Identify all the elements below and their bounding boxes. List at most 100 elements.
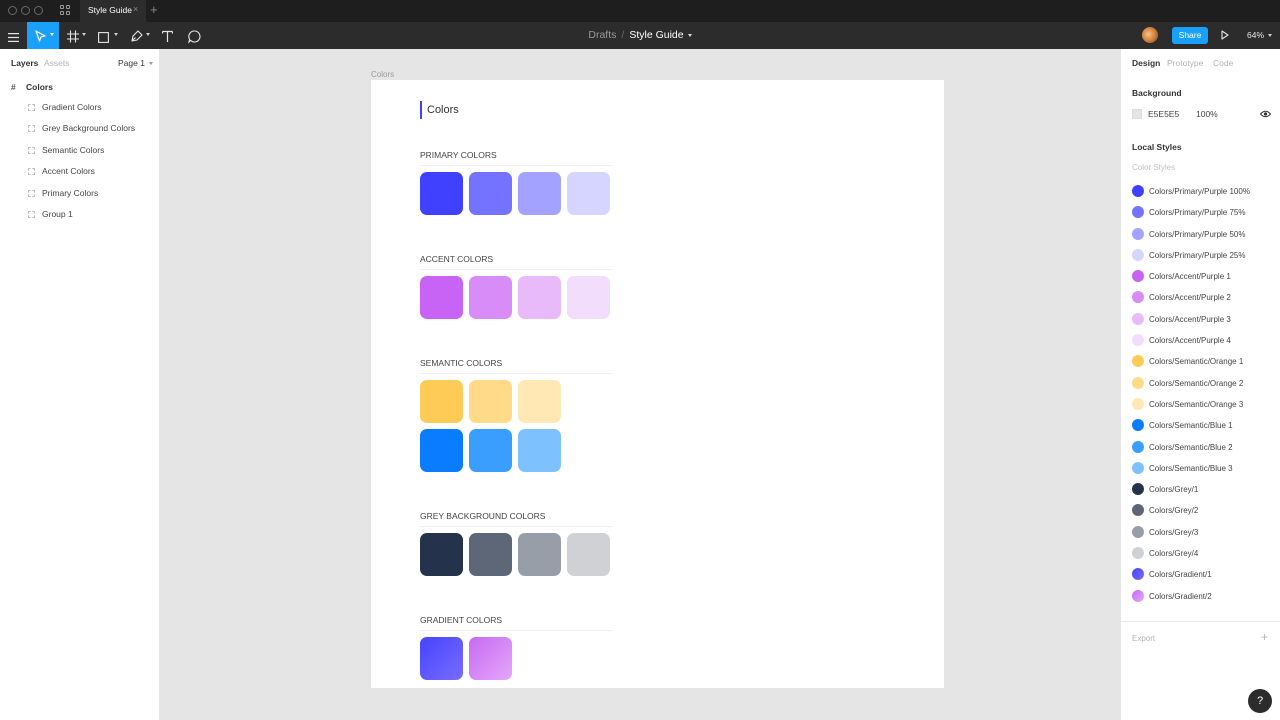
window-close-dot[interactable] (8, 6, 17, 15)
eye-icon[interactable] (1260, 110, 1271, 118)
artboard-colors[interactable]: Colors PRIMARY COLORS ACCENT COLORS SEMANT… (371, 80, 944, 688)
color-style-item[interactable]: Colors/Grey/4 (1132, 547, 1250, 568)
add-export-icon[interactable]: + (1261, 630, 1268, 644)
user-avatar[interactable] (1142, 27, 1158, 43)
layer-item-label: Grey Background Colors (42, 123, 136, 134)
layer-item-label: Accent Colors (42, 166, 95, 177)
text-tool-icon[interactable] (162, 29, 173, 44)
section-divider (420, 269, 612, 270)
layer-item[interactable]: Grey Background Colors (28, 123, 135, 144)
section-title: PRIMARY COLORS (420, 150, 497, 160)
layer-item-label: Semantic Colors (42, 144, 105, 155)
color-swatch[interactable] (469, 533, 512, 576)
color-style-dot (1132, 248, 1144, 261)
layer-item[interactable]: Group 1 (28, 209, 135, 230)
color-swatch[interactable] (518, 172, 561, 215)
frame-label[interactable]: Colors (371, 70, 394, 79)
chevron-down-icon[interactable] (687, 33, 692, 37)
frame-tool-chevron-icon[interactable] (82, 33, 86, 36)
color-swatch[interactable] (420, 533, 463, 576)
color-style-dot (1132, 568, 1144, 581)
layers-panel: Layers Assets Page 1 # Colors Gradient Co… (0, 49, 160, 720)
color-swatch[interactable] (469, 637, 512, 680)
layer-frame-colors[interactable]: # Colors (11, 82, 53, 92)
color-swatch[interactable] (420, 172, 463, 215)
color-style-item[interactable]: Colors/Primary/Purple 50% (1132, 227, 1250, 249)
color-style-item[interactable]: Colors/Grey/3 (1132, 525, 1250, 547)
color-style-item[interactable]: Colors/Accent/Purple 4 (1132, 334, 1250, 355)
color-swatch[interactable] (469, 276, 512, 319)
color-style-item[interactable]: Colors/Gradient/2 (1132, 589, 1250, 611)
zoom-level-menu[interactable]: 64% (1247, 22, 1273, 49)
color-swatch[interactable] (567, 172, 610, 215)
color-style-item[interactable]: Colors/Gradient/1 (1132, 568, 1250, 589)
tab-assets[interactable]: Assets (44, 58, 70, 68)
share-button[interactable]: Share (1172, 27, 1208, 44)
background-opacity-field[interactable]: 100% (1196, 109, 1218, 119)
color-swatch[interactable] (420, 429, 463, 472)
color-style-item[interactable]: Colors/Grey/2 (1132, 504, 1250, 525)
color-style-item[interactable]: Colors/Primary/Purple 75% (1132, 206, 1250, 227)
color-swatch[interactable] (420, 276, 463, 319)
color-style-item[interactable]: Colors/Semantic/Orange 1 (1132, 355, 1250, 376)
toolbar: Drafts / Style Guide Share 64% (0, 22, 1280, 49)
pen-tool-icon[interactable] (130, 29, 143, 44)
color-style-item[interactable]: Colors/Semantic/Orange 2 (1132, 376, 1250, 398)
background-hex-field[interactable]: E5E5E5 (1148, 109, 1179, 119)
help-button[interactable]: ? (1248, 689, 1272, 713)
color-style-item[interactable]: Colors/Primary/Purple 100% (1132, 185, 1250, 206)
color-swatch[interactable] (518, 380, 561, 423)
color-style-name: Colors/Primary/Purple 100% (1149, 187, 1250, 196)
color-swatch[interactable] (469, 172, 512, 215)
color-style-item[interactable]: Colors/Semantic/Blue 1 (1132, 419, 1250, 440)
file-name-menu[interactable]: Style Guide (629, 29, 683, 41)
background-swatch[interactable] (1132, 109, 1142, 119)
color-style-dot (1132, 291, 1144, 304)
color-swatch[interactable] (420, 637, 463, 680)
breadcrumb-drafts[interactable]: Drafts (588, 29, 616, 41)
layer-item[interactable]: Gradient Colors (28, 102, 135, 123)
color-swatch[interactable] (518, 429, 561, 472)
rectangle-tool-icon[interactable] (98, 30, 109, 45)
canvas[interactable]: Colors Colors PRIMARY COLORS ACCENT COLOR… (160, 49, 1120, 720)
close-tab-icon[interactable]: × (133, 4, 138, 14)
color-style-item[interactable]: Colors/Primary/Purple 25% (1132, 248, 1250, 270)
color-style-item[interactable]: Colors/Semantic/Blue 2 (1132, 440, 1250, 462)
color-style-name: Colors/Grey/3 (1149, 527, 1199, 537)
color-style-item[interactable]: Colors/Semantic/Orange 3 (1132, 397, 1250, 419)
color-swatch[interactable] (469, 429, 512, 472)
color-style-dot (1132, 397, 1144, 410)
color-style-item[interactable]: Colors/Semantic/Blue 3 (1132, 461, 1250, 483)
page-selector[interactable]: Page 1 (118, 58, 153, 68)
color-swatch[interactable] (567, 276, 610, 319)
color-swatch[interactable] (518, 533, 561, 576)
layer-item[interactable]: Accent Colors (28, 166, 135, 187)
layer-item[interactable]: Semantic Colors (28, 145, 135, 166)
layer-item[interactable]: Primary Colors (28, 188, 135, 209)
color-style-item[interactable]: Colors/Grey/1 (1132, 483, 1250, 504)
window-minimize-dot[interactable] (21, 6, 30, 15)
color-swatch[interactable] (567, 533, 610, 576)
color-swatch[interactable] (420, 380, 463, 423)
color-swatch[interactable] (469, 380, 512, 423)
frame-tool-icon[interactable] (67, 29, 79, 44)
tab-design[interactable]: Design (1132, 58, 1160, 68)
comment-tool-icon[interactable] (188, 29, 201, 44)
color-style-item[interactable]: Colors/Accent/Purple 2 (1132, 291, 1250, 312)
background-heading: Background (1132, 88, 1182, 98)
shape-tool-chevron-icon[interactable] (114, 33, 118, 36)
color-swatch[interactable] (518, 276, 561, 319)
move-tool-chevron-icon[interactable] (50, 33, 54, 36)
tab-code[interactable]: Code (1213, 58, 1233, 68)
window-zoom-dot[interactable] (34, 6, 43, 15)
section-divider (420, 630, 612, 631)
new-tab-icon[interactable]: + (150, 2, 158, 18)
pen-tool-chevron-icon[interactable] (146, 33, 150, 36)
color-style-item[interactable]: Colors/Accent/Purple 1 (1132, 270, 1250, 291)
tab-prototype[interactable]: Prototype (1167, 58, 1203, 68)
tab-layers[interactable]: Layers (11, 58, 38, 68)
main-menu-icon[interactable] (8, 30, 19, 45)
color-style-item[interactable]: Colors/Accent/Purple 3 (1132, 312, 1250, 334)
present-play-icon[interactable] (1221, 30, 1229, 40)
file-browser-icon[interactable] (60, 5, 71, 16)
